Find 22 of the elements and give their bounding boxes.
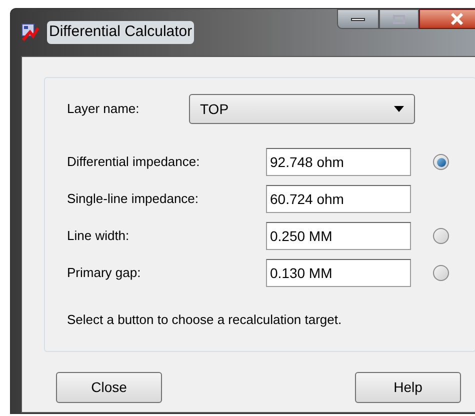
value-field[interactable]: 0.130 MM <box>266 259 411 287</box>
value-field[interactable]: 60.724 ohm <box>266 185 411 213</box>
radio-button[interactable] <box>433 265 449 281</box>
caret-icon <box>394 106 404 112</box>
field-label: Layer name: <box>67 100 140 118</box>
value-field[interactable]: 0.250 MM <box>266 222 411 250</box>
maximize-button[interactable] <box>379 9 419 29</box>
hint-text: Select a button to choose a recalculation target. <box>67 311 343 329</box>
field-label: Differential impedance: <box>67 153 201 172</box>
minimize-button[interactable] <box>337 9 379 29</box>
value-field[interactable]: 92.748 ohm <box>266 148 411 176</box>
window-title: Differential Calculator <box>47 21 194 44</box>
radio-button[interactable] <box>433 228 449 244</box>
app-icon <box>21 23 39 41</box>
field-label: Single-line impedance: <box>67 190 200 208</box>
close-icon[interactable] <box>419 9 475 29</box>
dialog-button[interactable]: Close <box>56 372 162 403</box>
field-label: Line width: <box>67 227 130 246</box>
dialog-button[interactable]: Help <box>355 372 461 403</box>
layer-dropdown[interactable]: TOP <box>189 94 415 124</box>
field-label: Primary gap: <box>67 264 142 282</box>
radio-button[interactable] <box>433 154 449 170</box>
